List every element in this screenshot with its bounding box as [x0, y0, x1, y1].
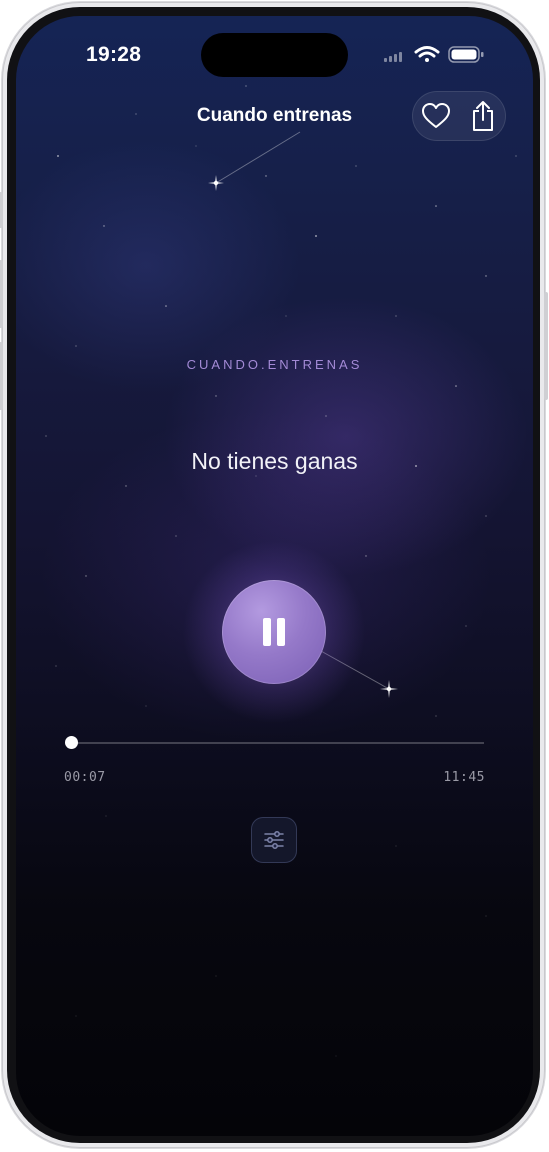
app-screen: 19:28 Cuando entrenas CUANDO.ENTRENAS No…: [16, 16, 533, 1136]
track-title: No tienes ganas: [191, 448, 358, 474]
shooting-star-top: [208, 131, 301, 191]
cellular-signal-icon: [384, 52, 402, 62]
progress-slider[interactable]: [65, 736, 484, 749]
pause-icon: [260, 618, 288, 646]
volume-up-button: [0, 260, 3, 328]
share-icon: [472, 101, 493, 131]
share-button[interactable]: [459, 91, 506, 141]
pause-button[interactable]: [222, 580, 326, 684]
dynamic-island: [201, 33, 348, 77]
wifi-icon: [414, 46, 440, 62]
sliders-icon: [264, 831, 284, 849]
total-duration: 11:45: [443, 770, 485, 785]
status-time: 19:28: [86, 43, 142, 66]
battery-icon: [448, 46, 484, 63]
favorite-button[interactable]: [412, 91, 459, 141]
elapsed-time: 00:07: [64, 770, 106, 785]
status-icons: [382, 44, 502, 68]
audio-settings-button[interactable]: [251, 817, 297, 863]
volume-down-button: [0, 342, 3, 410]
header-actions: [412, 91, 506, 141]
heart-icon: [421, 103, 450, 128]
action-button: [0, 192, 3, 228]
power-button: [544, 292, 548, 400]
category-label: CUANDO.ENTRENAS: [186, 357, 363, 372]
